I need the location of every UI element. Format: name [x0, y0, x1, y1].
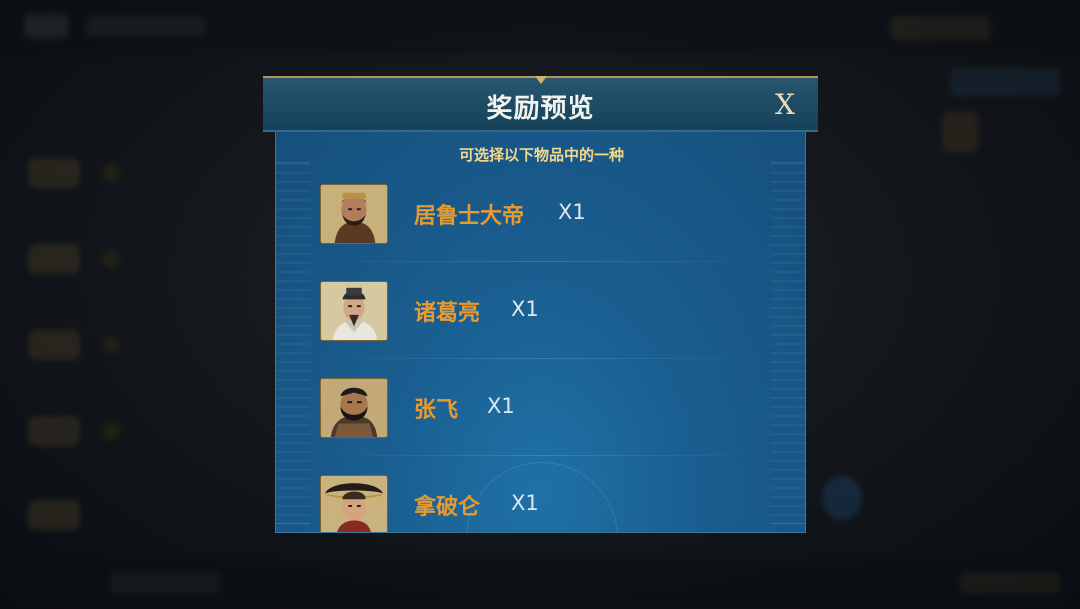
reward-name: 居鲁士大帝 [414, 204, 525, 229]
reward-item[interactable]: 张飞 X1 [276, 372, 805, 456]
reward-quantity: X1 [558, 200, 586, 224]
background-sidebar-dot [102, 164, 120, 182]
reward-quantity: X1 [511, 297, 539, 321]
background-round-button [822, 476, 862, 520]
reward-item[interactable]: 诸葛亮 X1 [276, 275, 805, 359]
background-bottom-item [960, 572, 1060, 594]
background-right-icon [942, 112, 978, 152]
close-button[interactable]: X [771, 90, 799, 120]
header-ornament [535, 76, 547, 84]
background-right-panel [950, 68, 1060, 96]
reward-preview-dialog: 奖励预览 X 可选择以下物品中的一种 居鲁士大帝 X1 诸葛亮 X1 张飞 X1… [263, 76, 818, 533]
background-avatar [24, 14, 68, 38]
background-sidebar-dot [102, 422, 120, 440]
reward-name: 张飞 [414, 398, 459, 423]
background-currency [890, 16, 990, 40]
choice-hint: 可选择以下物品中的一种 [458, 146, 624, 164]
zhang-fei-portrait-icon [320, 378, 388, 438]
napoleon-portrait-icon [320, 475, 388, 532]
dialog-header: 奖励预览 X [263, 76, 818, 132]
background-sidebar-item [28, 416, 80, 446]
reward-quantity: X1 [511, 491, 539, 515]
background-title-bar [86, 16, 206, 36]
cyrus-portrait-icon [320, 184, 388, 244]
background-sidebar-dot [102, 250, 120, 268]
reward-quantity: X1 [487, 394, 515, 418]
reward-item[interactable]: 拿破仑 X1 [276, 469, 805, 532]
background-sidebar-item [28, 500, 80, 530]
dialog-title: 奖励预览 [486, 94, 595, 124]
game-screen: 奖励预览 X 可选择以下物品中的一种 居鲁士大帝 X1 诸葛亮 X1 张飞 X1… [0, 0, 1080, 609]
background-bottom-item [110, 572, 220, 594]
background-sidebar-item [28, 330, 80, 360]
zhuge-liang-portrait-icon [320, 281, 388, 341]
reward-item[interactable]: 居鲁士大帝 X1 [276, 178, 805, 262]
background-sidebar-item [28, 158, 80, 188]
reward-name: 拿破仑 [414, 495, 481, 520]
background-sidebar-item [28, 244, 80, 274]
dialog-body: 可选择以下物品中的一种 居鲁士大帝 X1 诸葛亮 X1 张飞 X1 拿破仑 X1 [275, 132, 806, 533]
background-sidebar-dot [102, 336, 120, 354]
reward-name: 诸葛亮 [414, 301, 481, 326]
